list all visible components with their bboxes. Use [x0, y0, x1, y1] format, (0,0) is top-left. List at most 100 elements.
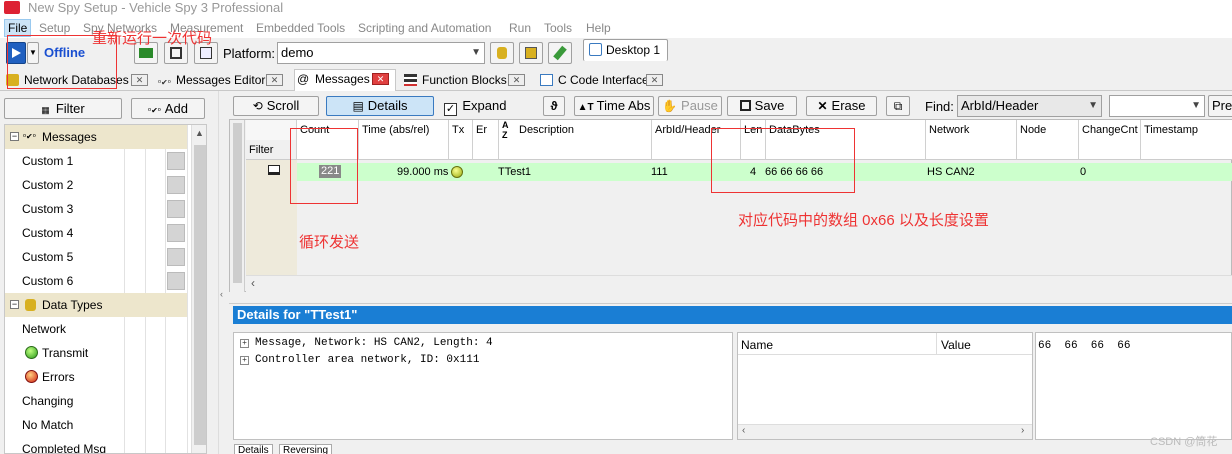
- tab-c-code-interface[interactable]: C Code Interface ✕: [538, 71, 670, 89]
- filter-node-input[interactable]: [1017, 140, 1079, 160]
- close-icon[interactable]: ✕: [508, 74, 525, 86]
- save-button[interactable]: Save: [727, 96, 797, 116]
- filter-timestamp-input[interactable]: [1141, 140, 1232, 160]
- tree-scrollbar[interactable]: ▲: [191, 125, 206, 453]
- databases-button[interactable]: [519, 42, 543, 64]
- message-type-icon: [268, 165, 280, 175]
- collapse-icon[interactable]: −: [10, 300, 19, 309]
- tree-item-custom-5[interactable]: Custom 5: [5, 245, 187, 269]
- color-swatch[interactable]: [167, 200, 185, 218]
- close-icon[interactable]: ✕: [372, 73, 389, 85]
- tree-item-changing[interactable]: Changing: [5, 389, 187, 413]
- filter-tx-input[interactable]: [449, 140, 473, 160]
- expand-icon[interactable]: +: [240, 356, 249, 365]
- tree-item-custom-6[interactable]: Custom 6: [5, 269, 187, 293]
- filter-description-input[interactable]: [499, 140, 652, 160]
- col-changecnt[interactable]: ChangeCnt: [1079, 120, 1141, 140]
- menu-help[interactable]: Help: [586, 20, 611, 36]
- prev-button[interactable]: Prev: [1208, 95, 1232, 117]
- grid-details-splitter[interactable]: [229, 292, 1232, 304]
- tree-label: Messages: [42, 130, 97, 144]
- tab-messages[interactable]: @ Messages ✕: [294, 69, 396, 91]
- col-er[interactable]: Er: [473, 120, 499, 140]
- col-name[interactable]: Name: [741, 338, 773, 352]
- tab-messages-editor[interactable]: ᵒ✔ᵒ Messages Editor ✕: [156, 71, 290, 89]
- annotation-rerun: 重新运行一次代码: [92, 30, 213, 47]
- filter-changecnt-input[interactable]: [1079, 140, 1141, 160]
- filter-time-input[interactable]: [359, 140, 449, 160]
- close-icon[interactable]: ✕: [266, 74, 283, 86]
- tools-button[interactable]: [548, 42, 572, 64]
- desktop-tab[interactable]: Desktop 1: [583, 39, 668, 61]
- filter-network-input[interactable]: [926, 140, 1017, 160]
- database-button[interactable]: [490, 42, 514, 64]
- color-swatch[interactable]: [167, 152, 185, 170]
- checkbox-checked-icon[interactable]: ✓: [444, 103, 457, 116]
- menu-scripting[interactable]: Scripting and Automation: [358, 20, 491, 36]
- tree-item-no-match[interactable]: No Match: [5, 413, 187, 437]
- color-swatch[interactable]: [167, 224, 185, 242]
- col-node[interactable]: Node: [1017, 120, 1079, 140]
- window-tabs: Network Databases ✕ ᵒ✔ᵒ Messages Editor …: [0, 69, 1232, 91]
- color-swatch[interactable]: [167, 248, 185, 266]
- color-swatch[interactable]: [167, 272, 185, 290]
- row-description: TTest1: [498, 166, 532, 178]
- erase-button[interactable]: ✕ Erase: [806, 96, 877, 116]
- tree-item-custom-3[interactable]: Custom 3: [5, 197, 187, 221]
- tree-item-transmit[interactable]: Transmit: [5, 341, 187, 365]
- chevron-up-icon[interactable]: ▲: [195, 128, 204, 138]
- find-text-input[interactable]: ▼: [1109, 95, 1205, 117]
- expand-checkbox[interactable]: ✓ Expand: [444, 98, 506, 116]
- format-button[interactable]: ϑ: [543, 96, 565, 116]
- pause-button[interactable]: ✋ Pause: [658, 96, 722, 116]
- chevron-left-icon[interactable]: ‹: [251, 276, 255, 290]
- platform-select[interactable]: demo ▼: [277, 42, 485, 64]
- col-tx[interactable]: Tx: [449, 120, 473, 140]
- details-hscroll[interactable]: ‹ ›: [738, 424, 1032, 439]
- col-network[interactable]: Network: [926, 120, 1017, 140]
- annotation-loop: 循环发送: [299, 234, 360, 251]
- grid-vscroll[interactable]: [230, 120, 245, 292]
- copy-button[interactable]: ⧉: [886, 96, 910, 116]
- close-icon[interactable]: ✕: [646, 74, 663, 86]
- tab-function-blocks[interactable]: Function Blocks ✕: [402, 71, 532, 89]
- find-field-select[interactable]: ArbId/Header ▼: [957, 95, 1102, 117]
- tree-item-custom-1[interactable]: Custom 1: [5, 149, 187, 173]
- grid-hscroll[interactable]: ‹: [246, 275, 1232, 292]
- tree-group-data-types[interactable]: − Data Types: [5, 293, 187, 317]
- details-line-can[interactable]: + Controller area network, ID: 0x111: [240, 354, 479, 366]
- menu-tools[interactable]: Tools: [544, 20, 572, 36]
- filter-er-input[interactable]: [473, 140, 499, 160]
- tree-item-custom-4[interactable]: Custom 4: [5, 221, 187, 245]
- chevron-left-icon[interactable]: ‹: [742, 425, 745, 436]
- add-button[interactable]: ᵒ✔ᵒ Add: [131, 98, 205, 119]
- col-description[interactable]: AZ Description: [499, 120, 652, 140]
- collapse-icon[interactable]: −: [10, 132, 19, 141]
- tree-item-completed-msg[interactable]: Completed Msg: [5, 437, 187, 453]
- scroll-button[interactable]: ⟲ Scroll: [233, 96, 319, 116]
- chevron-right-icon[interactable]: ›: [1021, 425, 1024, 436]
- time-abs-button[interactable]: ▲T Time Abs: [574, 96, 654, 116]
- tree-item-errors[interactable]: Errors: [5, 365, 187, 389]
- color-swatch[interactable]: [167, 176, 185, 194]
- details-line-message[interactable]: + Message, Network: HS CAN2, Length: 4: [240, 337, 493, 349]
- scroll-thumb[interactable]: [233, 123, 242, 283]
- col-timestamp[interactable]: Timestamp: [1141, 120, 1232, 140]
- menu-run[interactable]: Run: [509, 20, 531, 36]
- scroll-thumb[interactable]: [194, 145, 206, 445]
- col-time[interactable]: Time (abs/rel): [359, 120, 449, 140]
- close-icon[interactable]: ✕: [131, 74, 148, 86]
- menu-embedded-tools[interactable]: Embedded Tools: [256, 20, 345, 36]
- tree-group-messages[interactable]: − ᵒ✔ᵒ Messages: [5, 125, 187, 149]
- expand-icon[interactable]: +: [240, 339, 249, 348]
- filter-button[interactable]: ▦ Filter: [4, 98, 122, 119]
- tree-item-network[interactable]: Network: [5, 317, 187, 341]
- tree-item-custom-2[interactable]: Custom 2: [5, 173, 187, 197]
- col-value[interactable]: Value: [941, 338, 971, 352]
- tab-details[interactable]: Details: [234, 444, 273, 454]
- chevron-left-icon[interactable]: ‹: [220, 289, 223, 299]
- details-button[interactable]: ▤ Details: [326, 96, 434, 116]
- tab-reversing[interactable]: Reversing: [279, 444, 333, 454]
- menu-setup[interactable]: Setup: [39, 20, 70, 36]
- pane-splitter[interactable]: ‹: [218, 91, 228, 454]
